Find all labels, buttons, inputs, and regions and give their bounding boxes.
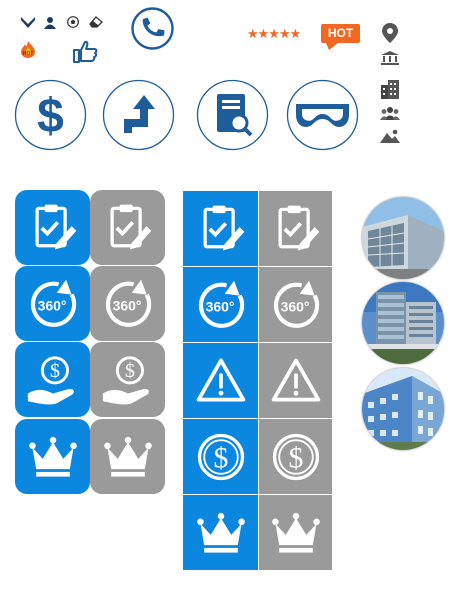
- rotate-360-icon: [25, 276, 81, 332]
- landscape-icon: [380, 129, 400, 143]
- dollar-icon: $: [37, 90, 64, 143]
- rotate-360-square-active[interactable]: [183, 267, 258, 342]
- fire-hot-icon: HOT: [20, 41, 36, 58]
- military-rank-icon: [21, 17, 35, 29]
- user-badge-icon: [44, 16, 56, 29]
- warning-square-active[interactable]: [183, 343, 258, 418]
- office-building-photo-3[interactable]: [362, 368, 444, 450]
- rotate-360-square-inactive[interactable]: [259, 267, 332, 342]
- crown-tile-active[interactable]: [15, 419, 90, 494]
- clipboard-tile-inactive[interactable]: [90, 190, 165, 265]
- thumbs-up-icon[interactable]: [72, 38, 98, 64]
- dollar-square-active[interactable]: [183, 419, 258, 494]
- dollar-circle-icon: [193, 429, 249, 485]
- rotate-360-icon: [100, 276, 156, 332]
- clipboard-square-active[interactable]: [183, 191, 258, 266]
- rotate-360-tile-inactive[interactable]: [90, 266, 165, 341]
- building-icon: [381, 80, 399, 99]
- rotate-360-icon: [268, 277, 324, 333]
- rotate-360-tile-active[interactable]: [15, 266, 90, 341]
- money-hand-tile-active[interactable]: [15, 342, 90, 417]
- hot-badge-label: HOT: [321, 24, 360, 43]
- office-building-photo-1[interactable]: [362, 197, 444, 279]
- turn-arrow-button[interactable]: [102, 79, 175, 151]
- crown-icon: [193, 505, 249, 561]
- rating-stars: ★★★★★: [247, 26, 301, 41]
- museum-icon: [381, 51, 399, 65]
- soccer-ball-icon: [67, 16, 79, 28]
- hot-badge: HOT: [321, 24, 360, 50]
- crown-square-active[interactable]: [183, 495, 258, 570]
- warning-square-inactive[interactable]: [259, 343, 332, 418]
- crown-icon: [268, 505, 324, 561]
- crown-tile-inactive[interactable]: [90, 419, 165, 494]
- money-hand-icon: [24, 351, 82, 409]
- office-building-photo-2[interactable]: [362, 282, 444, 364]
- crown-icon: [25, 429, 81, 485]
- warning-icon: [193, 353, 249, 409]
- clipboard-check-icon: [100, 200, 156, 256]
- clipboard-check-icon: [193, 201, 249, 257]
- eraser-icon: [89, 16, 103, 28]
- phone-icon[interactable]: [130, 6, 175, 51]
- clipboard-check-icon: [25, 200, 81, 256]
- document-search-button[interactable]: [196, 79, 269, 151]
- dollar-circle-icon: [268, 429, 324, 485]
- crown-icon: [100, 429, 156, 485]
- crown-square-inactive[interactable]: [259, 495, 332, 570]
- clipboard-check-icon: [268, 201, 324, 257]
- warning-icon: [268, 353, 324, 409]
- clipboard-tile-active[interactable]: [15, 190, 90, 265]
- dollar-circle-button[interactable]: $: [14, 79, 87, 151]
- clipboard-square-inactive[interactable]: [259, 191, 332, 266]
- group-icon: [380, 107, 400, 120]
- location-pin-icon: [382, 23, 398, 43]
- rotate-360-icon: [193, 277, 249, 333]
- money-hand-tile-inactive[interactable]: [90, 342, 165, 417]
- dollar-square-inactive[interactable]: [259, 419, 332, 494]
- money-hand-icon: [99, 351, 157, 409]
- hot-fire-label: HOT: [23, 51, 34, 57]
- vr-goggles-button[interactable]: [286, 79, 359, 151]
